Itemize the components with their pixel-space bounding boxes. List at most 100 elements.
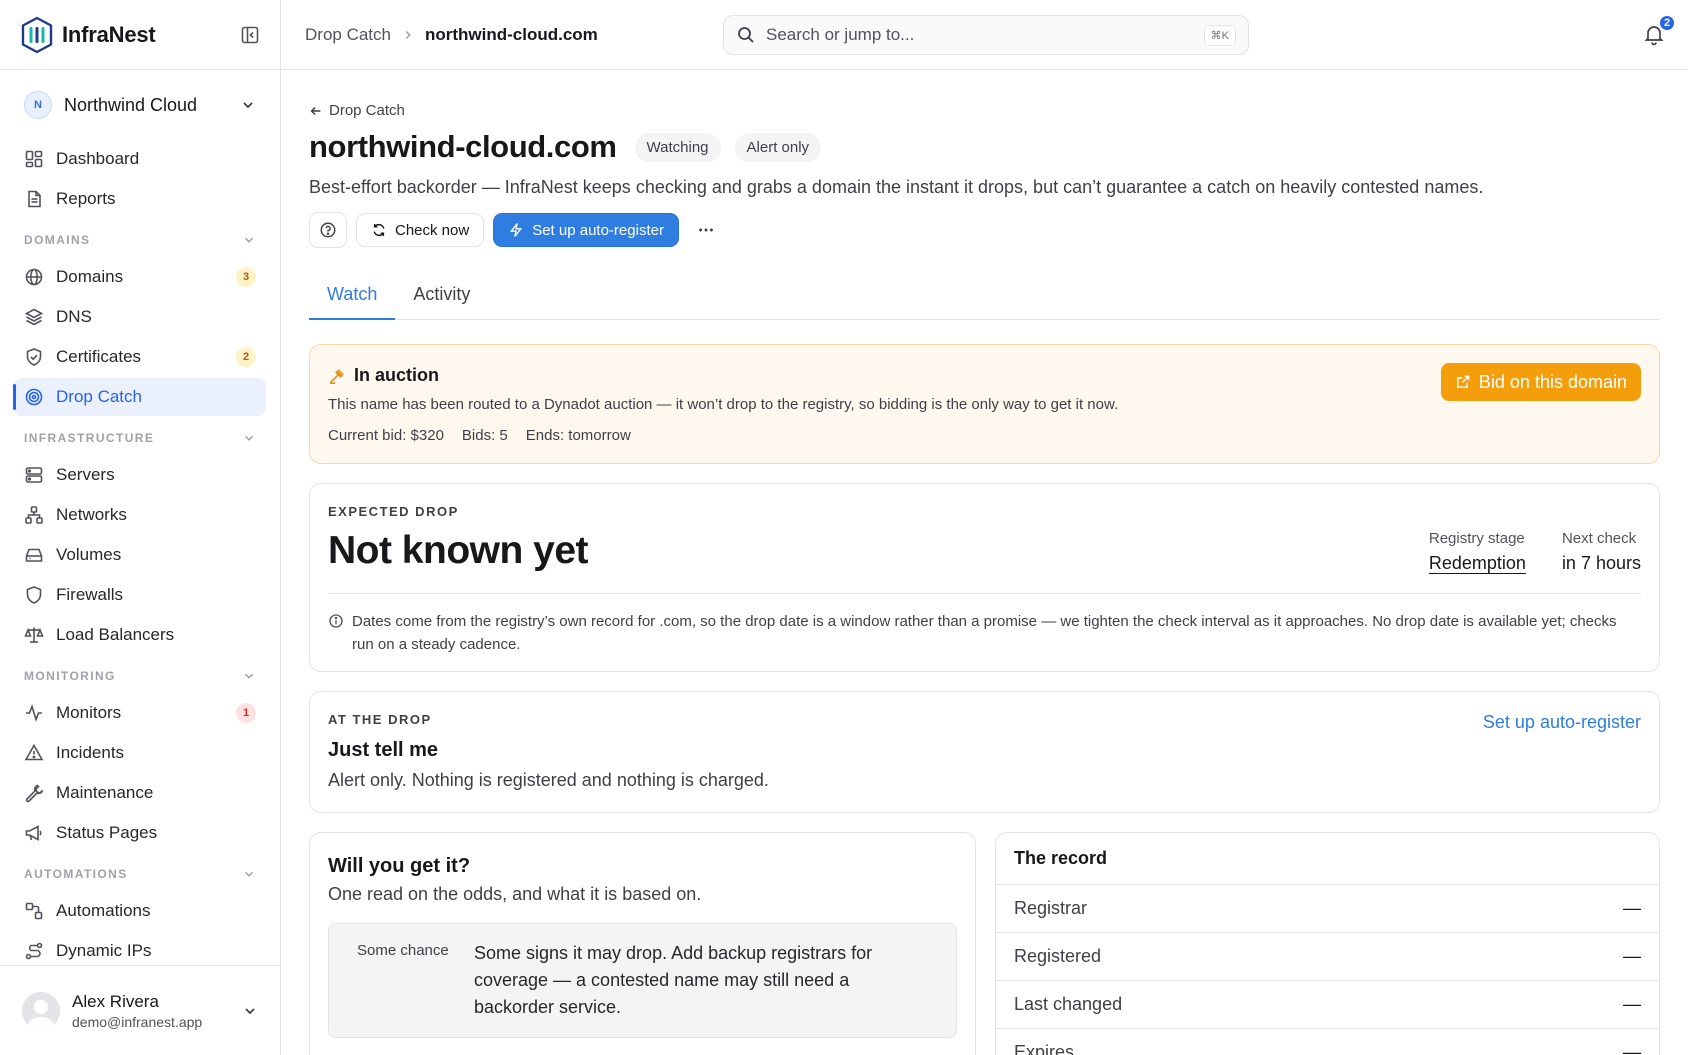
- sidebar-item-label: Firewalls: [56, 585, 124, 604]
- page-description: Best-effort backorder — InfraNest keeps …: [309, 177, 1484, 197]
- sidebar-item-label: Networks: [56, 505, 127, 524]
- sidebar-item-label: Dynamic IPs: [56, 941, 152, 960]
- record-card: The record Registrar — Registered — Last…: [995, 832, 1660, 1055]
- sidebar-item-status-pages[interactable]: Status Pages: [14, 814, 266, 852]
- sidebar-collapse-icon[interactable]: [240, 25, 260, 45]
- network-icon: [25, 506, 43, 524]
- sidebar-item-automations[interactable]: Automations: [14, 892, 266, 930]
- more-horizontal-icon[interactable]: [697, 221, 715, 239]
- chevron-down-icon: [244, 673, 254, 679]
- user-menu[interactable]: Alex Rivera demo@infranest.app: [0, 965, 280, 1055]
- sidebar-item-monitors[interactable]: Monitors 1: [14, 694, 266, 732]
- sidebar-item-servers[interactable]: Servers: [14, 456, 266, 494]
- nav-section-automations[interactable]: AUTOMATIONS: [24, 856, 256, 892]
- sidebar-item-dashboard[interactable]: Dashboard: [14, 140, 266, 178]
- sidebar-item-load-balancers[interactable]: Load Balancers: [14, 616, 266, 654]
- status-pill-watching: Watching: [634, 132, 721, 162]
- sidebar-item-label: Load Balancers: [56, 625, 175, 644]
- tab-watch[interactable]: Watch: [309, 270, 396, 320]
- sidebar-item-networks[interactable]: Networks: [14, 496, 266, 534]
- shield-icon: [26, 586, 42, 604]
- odds-card: Will you get it? One read on the odds, a…: [309, 832, 976, 1055]
- zap-icon: [509, 223, 523, 237]
- sidebar-item-dns[interactable]: DNS: [14, 298, 266, 336]
- org-avatar: N: [24, 91, 52, 119]
- nav-section-monitoring[interactable]: MONITORING: [24, 658, 256, 694]
- back-link-label: Drop Catch: [329, 102, 405, 119]
- odds-title: Will you get it?: [328, 855, 471, 877]
- nav-section-title: INFRASTRUCTURE: [24, 431, 155, 445]
- avatar: [22, 991, 60, 1030]
- sidebar-item-incidents[interactable]: Incidents: [14, 734, 266, 772]
- bid-on-domain-button[interactable]: Bid on this domain: [1440, 363, 1641, 401]
- drop-note-text: Dates come from the registry’s own recor…: [352, 613, 1617, 653]
- sidebar-item-label: Incidents: [56, 743, 125, 762]
- sidebar-item-label: DNS: [56, 307, 92, 326]
- sidebar-item-certificates[interactable]: Certificates 2: [14, 338, 266, 376]
- search-input[interactable]: [766, 25, 1204, 45]
- back-link[interactable]: Drop Catch: [309, 102, 1660, 119]
- record-row: Last changed —: [996, 981, 1659, 1029]
- notifications-button[interactable]: 2: [1642, 14, 1676, 46]
- help-button[interactable]: [309, 212, 347, 248]
- server-icon: [25, 467, 43, 483]
- shield-check-icon: [26, 348, 42, 366]
- registry-stage-value[interactable]: Redemption: [1429, 553, 1526, 574]
- nav-section-infrastructure[interactable]: INFRASTRUCTURE: [24, 420, 256, 456]
- registry-stage-label: Registry stage: [1428, 530, 1525, 547]
- sidebar-item-domains[interactable]: Domains 3: [14, 258, 266, 296]
- breadcrumb-current: northwind-cloud.com: [424, 24, 598, 44]
- check-now-button[interactable]: Check now: [356, 213, 485, 247]
- sidebar-item-drop-catch[interactable]: Drop Catch: [13, 378, 266, 416]
- nav-section-title: MONITORING: [24, 669, 116, 683]
- auction-ends: Ends: tomorrow: [525, 427, 631, 444]
- chance-label: Some chance: [357, 942, 449, 959]
- drop-note: Dates come from the registry’s own recor…: [328, 610, 1625, 656]
- nav-section-title: DOMAINS: [24, 233, 91, 247]
- activity-icon: [26, 704, 42, 722]
- arrow-left-icon: [310, 106, 321, 115]
- main-content: Drop Catch northwind-cloud.com Watching …: [309, 70, 1660, 1055]
- record-label: Registrar: [1014, 898, 1088, 918]
- set-up-auto-register-link[interactable]: Set up auto-register: [1483, 712, 1641, 733]
- sidebar-item-label: Status Pages: [56, 823, 158, 842]
- set-up-auto-register-button[interactable]: Set up auto-register: [493, 213, 679, 247]
- brand: InfraNest: [0, 0, 280, 70]
- search-bar[interactable]: ⌘K: [723, 15, 1249, 55]
- chevron-down-icon: [244, 237, 254, 243]
- org-name: Northwind Cloud: [64, 94, 198, 115]
- help-circle-icon: [320, 222, 336, 238]
- nav-section-domains[interactable]: DOMAINS: [24, 222, 256, 258]
- workflow-icon: [25, 902, 43, 920]
- status-pill-alert-only: Alert only: [734, 132, 822, 162]
- sidebar-item-label: Dashboard: [56, 149, 140, 168]
- action-toolbar: Check now Set up auto-register: [309, 212, 1660, 248]
- at-the-drop-card: AT THE DROP Set up auto-register Just te…: [309, 691, 1660, 813]
- count-badge: 2: [236, 347, 256, 367]
- refresh-icon: [373, 223, 385, 237]
- org-switcher[interactable]: N Northwind Cloud: [0, 70, 280, 140]
- expected-drop-card: EXPECTED DROP Not known yet Registry sta…: [309, 483, 1660, 672]
- expected-drop-overline: EXPECTED DROP: [328, 504, 459, 519]
- sidebar-item-firewalls[interactable]: Firewalls: [14, 576, 266, 614]
- sidebar-item-volumes[interactable]: Volumes: [14, 536, 266, 574]
- drive-icon: [25, 548, 43, 562]
- breadcrumb-parent[interactable]: Drop Catch: [305, 25, 391, 45]
- sidebar-item-maintenance[interactable]: Maintenance: [14, 774, 266, 812]
- sidebar-item-reports[interactable]: Reports: [14, 180, 266, 218]
- next-check-value: in 7 hours: [1561, 553, 1641, 573]
- set-up-auto-register-label: Set up auto-register: [532, 221, 664, 239]
- info-icon: [329, 614, 343, 628]
- layers-icon: [24, 308, 44, 326]
- infranest-logo-icon: [21, 16, 53, 53]
- record-label: Expires: [1014, 1042, 1075, 1055]
- reports-icon: [28, 190, 41, 208]
- divider: [328, 593, 1641, 594]
- chance-box: Some chance Some signs it may drop. Add …: [328, 923, 957, 1038]
- target-icon: [25, 388, 43, 406]
- at-the-drop-title: Just tell me: [328, 739, 439, 761]
- tab-activity[interactable]: Activity: [395, 270, 488, 319]
- chevron-down-icon: [244, 435, 254, 441]
- chevron-down-icon: [245, 1007, 255, 1014]
- sidebar-item-label: Domains: [56, 267, 124, 286]
